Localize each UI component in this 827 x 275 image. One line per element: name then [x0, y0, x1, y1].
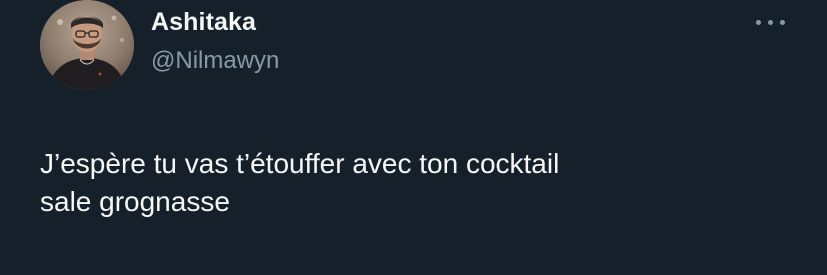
tweet-card: Ashitaka @Nilmawyn J’espère tu vas t’éto…: [0, 0, 827, 275]
tweet-text: J’espère tu vas t’étouffer avec ton cock…: [40, 148, 560, 217]
more-options-button[interactable]: [750, 8, 792, 36]
author-handle[interactable]: @Nilmawyn: [151, 46, 279, 76]
avatar-photo: [40, 0, 134, 90]
author-display-name[interactable]: Ashitaka: [151, 6, 256, 38]
avatar[interactable]: [40, 0, 134, 90]
